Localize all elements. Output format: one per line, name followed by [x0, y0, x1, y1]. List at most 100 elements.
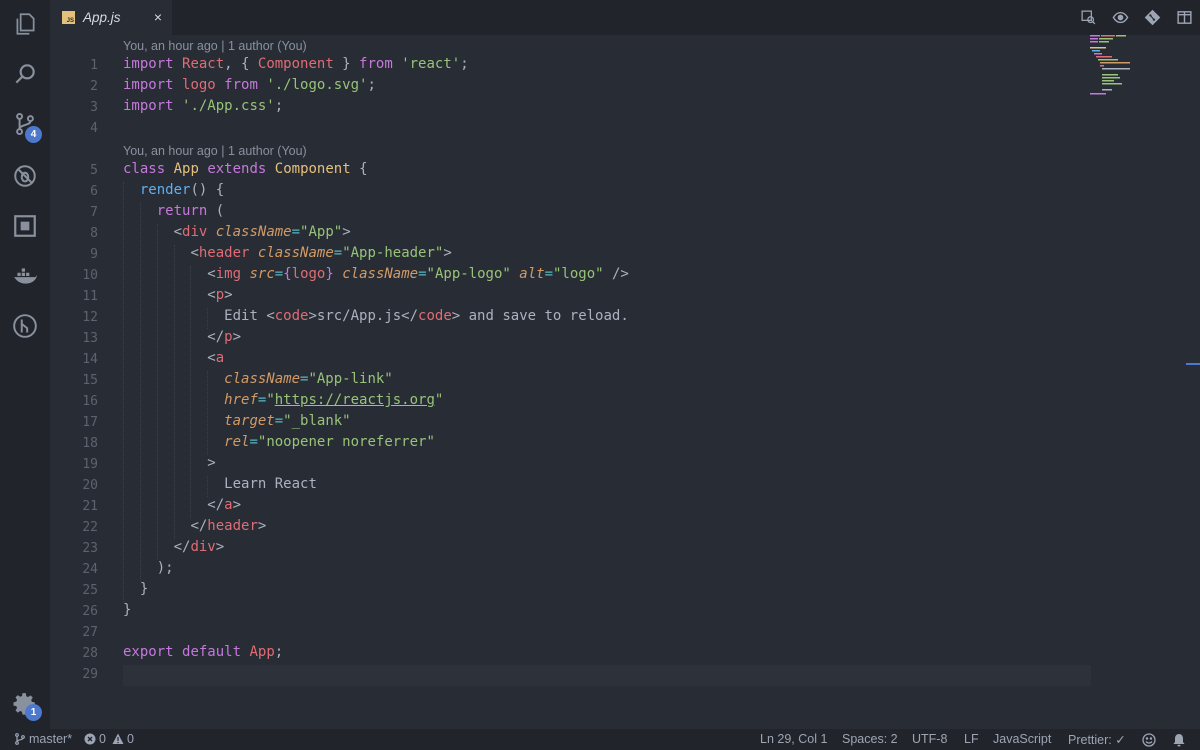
token: >	[215, 539, 225, 555]
current-line-highlight	[123, 665, 1091, 686]
encoding[interactable]: UTF-8	[912, 732, 947, 746]
minimap[interactable]	[1090, 35, 1150, 95]
line-number: 26	[82, 604, 98, 619]
token: ;	[367, 77, 376, 93]
token: >	[342, 224, 351, 240]
token: Component	[274, 161, 351, 177]
code-line-26: }	[123, 602, 131, 618]
notifications-icon[interactable]	[1172, 733, 1189, 747]
token: header	[198, 245, 250, 261]
settings-badge: 1	[25, 704, 42, 721]
line-number: 2	[90, 79, 98, 94]
token: logo	[182, 77, 216, 93]
indentation[interactable]: Spaces: 2	[842, 732, 898, 746]
token: a	[224, 497, 233, 513]
line-ending[interactable]: LF	[964, 732, 979, 746]
token: () {	[190, 182, 225, 198]
code-editor[interactable]: You, an hour ago | 1 author (You) You, a…	[50, 35, 1200, 729]
cursor-position[interactable]: Ln 29, Col 1	[760, 732, 827, 746]
code-line-12: Edit <code>src/App.js</code> and save to…	[123, 308, 629, 324]
token: className	[224, 371, 301, 387]
token: >	[232, 497, 242, 513]
feedback-icon[interactable]	[1142, 733, 1159, 747]
code-line-10: <img src={logo} className="App-logo" alt…	[123, 266, 629, 282]
token: );	[156, 560, 174, 576]
token: Component	[257, 56, 334, 72]
token: "App"	[300, 224, 343, 240]
gitlens-icon[interactable]	[0, 306, 50, 346]
code-line-24: );	[123, 560, 174, 576]
explorer-icon[interactable]	[0, 4, 50, 44]
prettier-status[interactable]: Prettier: ✓	[1068, 732, 1126, 747]
token: "_blank"	[283, 413, 351, 429]
line-number: 19	[82, 457, 98, 472]
line-number: 23	[82, 541, 98, 556]
token: ;	[460, 56, 469, 72]
code-line-21: </a>	[123, 497, 241, 513]
problems-indicator[interactable]: 0 0	[84, 732, 134, 746]
token: </	[190, 518, 208, 534]
token: p	[224, 329, 233, 345]
line-number: 29	[82, 667, 98, 682]
token: import	[123, 98, 174, 114]
token: href	[224, 392, 258, 408]
scrollbar-marker[interactable]	[1186, 363, 1200, 365]
codelens-blame[interactable]: You, an hour ago | 1 author (You)	[123, 39, 307, 53]
docker-icon[interactable]	[0, 256, 50, 296]
code-line-13: </p>	[123, 329, 241, 345]
activity-bar: 4 1	[0, 0, 50, 729]
branch-indicator[interactable]: master*	[14, 732, 72, 746]
code-line-18: rel="noopener noreferrer"	[123, 434, 435, 450]
line-number: 5	[90, 163, 98, 178]
token: Edit	[224, 308, 267, 324]
tab-label: App.js	[83, 10, 121, 25]
code-line-28: export default App;	[123, 644, 283, 660]
code-line-3: import './App.css';	[123, 98, 283, 114]
url-link[interactable]: https://reactjs.org	[275, 392, 435, 408]
codelens-blame[interactable]: You, an hour ago | 1 author (You)	[123, 144, 307, 158]
code-line-7: return (	[123, 203, 224, 219]
token: render	[139, 182, 191, 198]
code-line-16: href="https://reactjs.org"	[123, 392, 443, 408]
tab-bar: JS App.js ×	[50, 0, 1200, 35]
token: './logo.svg'	[266, 77, 368, 93]
line-number: 21	[82, 499, 98, 514]
language-mode[interactable]: JavaScript	[993, 732, 1051, 746]
line-number: 10	[82, 268, 98, 283]
search-icon[interactable]	[0, 54, 50, 94]
token: React	[182, 56, 225, 72]
token: 'react'	[401, 56, 461, 72]
close-icon[interactable]: ×	[154, 9, 162, 25]
token: ;	[274, 644, 284, 660]
token: =	[274, 266, 284, 282]
token: "noopener noreferrer"	[257, 434, 435, 450]
line-number: 9	[90, 247, 98, 262]
line-number: 8	[90, 226, 98, 241]
source-control-icon[interactable]: 4	[0, 104, 50, 144]
extensions-icon[interactable]	[0, 206, 50, 246]
gear-icon[interactable]: 1	[0, 684, 50, 724]
token: />	[603, 266, 629, 282]
debug-icon[interactable]	[0, 156, 50, 196]
warning-count: 0	[126, 732, 134, 746]
token: }	[123, 602, 132, 618]
open-changes-icon[interactable]	[1072, 0, 1104, 35]
line-number: 14	[82, 352, 98, 367]
token: }	[325, 266, 334, 282]
token: code	[418, 308, 452, 324]
line-number: 7	[90, 205, 98, 220]
git-compare-icon[interactable]	[1136, 0, 1168, 35]
token: =	[333, 245, 343, 261]
javascript-file-icon: JS	[62, 11, 75, 24]
tab-app-js[interactable]: JS App.js ×	[50, 0, 172, 35]
code-line-22: </header>	[123, 518, 266, 534]
code-line-23: </div>	[123, 539, 225, 555]
code-line-8: <div className="App">	[123, 224, 351, 240]
split-editor-icon[interactable]	[1168, 0, 1200, 35]
preview-icon[interactable]	[1104, 0, 1136, 35]
